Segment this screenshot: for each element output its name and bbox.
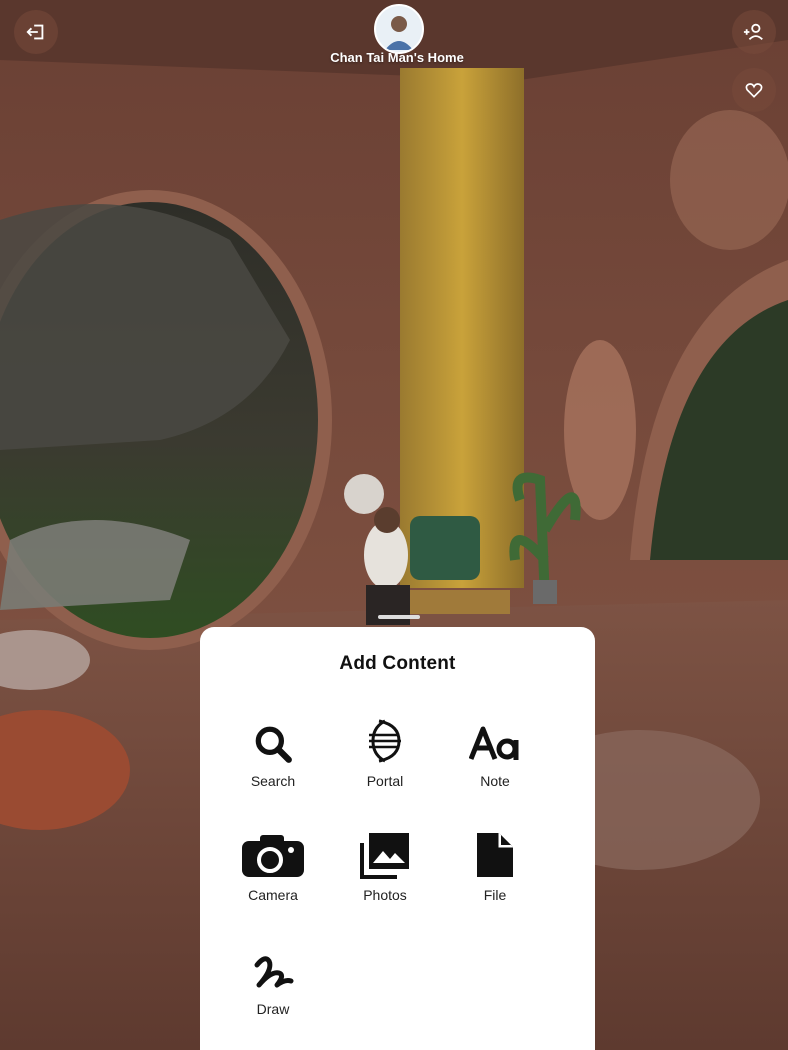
sheet-title: Add Content xyxy=(339,653,456,674)
invite-button[interactable] xyxy=(732,10,776,54)
add-content-sheet: Add Content Search Portal Note Camera Ph… xyxy=(200,627,595,1050)
search-option[interactable]: Search xyxy=(218,709,328,799)
add-person-icon xyxy=(743,23,763,41)
heart-icon xyxy=(745,83,763,98)
portal-option[interactable]: Portal xyxy=(330,709,440,799)
home-title: Chan Tai Man's Home xyxy=(330,50,464,65)
draw-squiggle-icon xyxy=(254,956,294,988)
file-label: File xyxy=(483,887,507,903)
camera-option[interactable]: Camera xyxy=(218,823,328,913)
search-icon xyxy=(255,726,292,763)
draw-label: Draw xyxy=(256,1001,290,1017)
file-icon xyxy=(477,833,513,877)
camera-label: Camera xyxy=(248,887,298,903)
camera-icon xyxy=(242,835,304,877)
file-option[interactable]: File xyxy=(440,823,550,913)
portal-icon xyxy=(369,719,401,763)
avatar-image xyxy=(385,16,413,50)
sheet-drag-handle[interactable] xyxy=(378,615,420,619)
photos-label: Photos xyxy=(363,887,407,903)
exit-button[interactable] xyxy=(14,10,58,54)
note-label: Note xyxy=(480,773,510,789)
favorite-button[interactable] xyxy=(732,68,776,112)
search-label: Search xyxy=(250,773,296,789)
text-aa-icon xyxy=(469,726,519,760)
photos-icon xyxy=(360,833,409,879)
exit-icon xyxy=(26,24,44,40)
draw-option[interactable]: Draw xyxy=(218,937,328,1027)
photos-option[interactable]: Photos xyxy=(330,823,440,913)
portal-label: Portal xyxy=(366,773,404,789)
note-option[interactable]: Note xyxy=(440,709,550,799)
avatar[interactable] xyxy=(374,4,424,54)
